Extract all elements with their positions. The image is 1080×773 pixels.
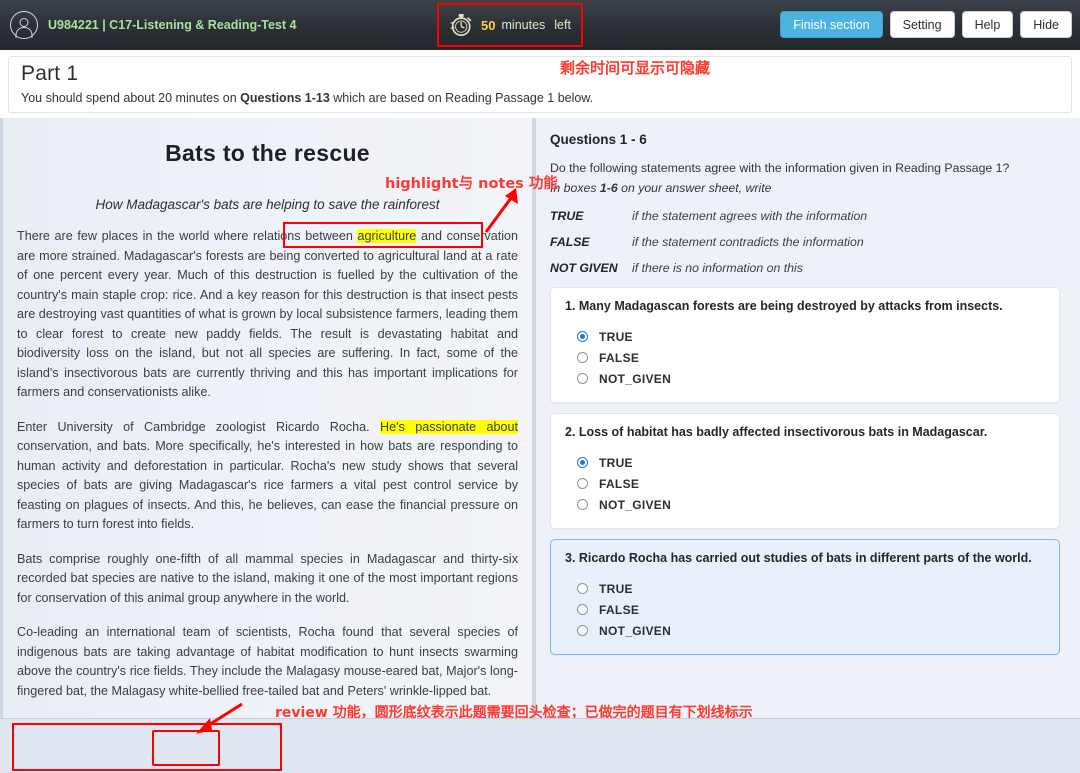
boxes-post: on your answer sheet, write [618, 181, 772, 195]
user-avatar-icon [10, 11, 38, 39]
passage-paragraph-4: Co-leading an international team of scie… [17, 623, 518, 701]
part-instruction: You should spend about 20 minutes on Que… [21, 91, 1059, 105]
question-card-2[interactable]: 2. Loss of habitat has badly affected in… [550, 413, 1060, 529]
passage-title: Bats to the rescue [17, 140, 518, 167]
question-options: TRUE FALSE NOT_GIVEN [565, 452, 1045, 515]
radio-icon[interactable] [577, 478, 588, 489]
question-text: 3. Ricardo Rocha has carried out studies… [565, 551, 1045, 565]
reading-passage-pane[interactable]: Bats to the rescue How Madagascar's bats… [0, 118, 532, 718]
setting-button[interactable]: Setting [890, 11, 955, 38]
passage-paragraph-2: Enter University of Cambridge zoologist … [17, 418, 518, 535]
option-not-given[interactable]: NOT_GIVEN [577, 620, 1045, 641]
part-header: Part 1 You should spend about 20 minutes… [8, 56, 1072, 113]
option-label: NOT_GIVEN [599, 624, 671, 638]
part-instruction-range: Questions 1-13 [240, 91, 330, 105]
legend-row: FALSE if the statement contradicts the i… [550, 235, 1060, 249]
legend-key: TRUE [550, 209, 632, 223]
p1-text-a: There are few places in the world where … [17, 229, 357, 243]
radio-icon[interactable] [577, 604, 588, 615]
ielts-reading-test-screen: U984221 | C17-Listening & Reading-Test 4… [0, 0, 1080, 773]
passage-subtitle: How Madagascar's bats are helping to sav… [17, 197, 518, 212]
radio-icon[interactable] [577, 625, 588, 636]
legend-row: TRUE if the statement agrees with the in… [550, 209, 1060, 223]
passage-paragraph-3: Bats comprise roughly one-fifth of all m… [17, 550, 518, 609]
highlighted-text-passionate[interactable]: He's passionate about [380, 420, 518, 434]
boxes-pre: In boxes [550, 181, 600, 195]
legend-row: NOT GIVEN if there is no information on … [550, 261, 1060, 275]
radio-icon[interactable] [577, 457, 588, 468]
boxes-range: 1-6 [600, 181, 618, 195]
part-instruction-pre: You should spend about 20 minutes on [21, 91, 240, 105]
option-label: FALSE [599, 603, 639, 617]
finish-section-button[interactable]: Finish section [780, 11, 882, 38]
questions-instruction: Do the following statements agree with t… [550, 161, 1060, 175]
radio-icon[interactable] [577, 583, 588, 594]
option-false[interactable]: FALSE [577, 347, 1045, 368]
radio-icon[interactable] [577, 352, 588, 363]
part-instruction-post: which are based on Reading Passage 1 bel… [330, 91, 593, 105]
option-not-given[interactable]: NOT_GIVEN [577, 368, 1045, 389]
timer-unit-label: minutes [502, 18, 546, 32]
answer-legend: TRUE if the statement agrees with the in… [550, 209, 1060, 275]
question-options: TRUE FALSE NOT_GIVEN [565, 326, 1045, 389]
legend-key: NOT GIVEN [550, 261, 632, 275]
hide-button[interactable]: Hide [1020, 11, 1072, 38]
radio-icon[interactable] [577, 331, 588, 342]
bottom-navigation-bar: Part 1: 1 2 3 4 5 6 7 8 9 10 11 12 13 Pa… [0, 718, 1080, 773]
p2-text-b: conservation, and bats. More specificall… [17, 439, 518, 531]
option-not-given[interactable]: NOT_GIVEN [577, 494, 1045, 515]
option-label: FALSE [599, 351, 639, 365]
legend-key: FALSE [550, 235, 632, 249]
legend-value: if the statement contradicts the informa… [632, 235, 864, 249]
question-text: 2. Loss of habitat has badly affected in… [565, 425, 1045, 439]
top-button-group: Finish section Setting Help Hide [780, 11, 1072, 38]
timer-left-label: left [554, 18, 571, 32]
option-label: FALSE [599, 477, 639, 491]
legend-value: if the statement agrees with the informa… [632, 209, 867, 223]
questions-pane[interactable]: Questions 1 - 6 Do the following stateme… [536, 118, 1080, 718]
questions-heading: Questions 1 - 6 [550, 132, 1060, 147]
timer-display[interactable]: 50 minutes left [449, 12, 571, 38]
user-id-label: U984221 | C17-Listening & Reading-Test 4 [48, 18, 296, 32]
timer-minutes-value: 50 [481, 18, 495, 33]
option-true[interactable]: TRUE [577, 326, 1045, 347]
user-block: U984221 | C17-Listening & Reading-Test 4 [10, 11, 296, 39]
option-label: TRUE [599, 582, 633, 596]
option-label: NOT_GIVEN [599, 498, 671, 512]
stopwatch-icon [449, 12, 475, 38]
question-options: TRUE FALSE NOT_GIVEN [565, 578, 1045, 641]
part-title: Part 1 [21, 62, 1059, 86]
questions-instruction-boxes: In boxes 1-6 on your answer sheet, write [550, 181, 1060, 195]
legend-value: if there is no information on this [632, 261, 803, 275]
passage-body: There are few places in the world where … [17, 227, 518, 718]
timer-annotation-box: 50 minutes left [437, 3, 583, 47]
p2-text-a: Enter University of Cambridge zoologist … [17, 420, 380, 434]
question-card-1[interactable]: 1. Many Madagascan forests are being des… [550, 287, 1060, 403]
highlighted-text-agriculture[interactable]: agriculture [357, 229, 416, 243]
option-true[interactable]: TRUE [577, 452, 1045, 473]
option-label: TRUE [599, 456, 633, 470]
option-false[interactable]: FALSE [577, 473, 1045, 494]
question-card-3[interactable]: 3. Ricardo Rocha has carried out studies… [550, 539, 1060, 655]
option-false[interactable]: FALSE [577, 599, 1045, 620]
main-content: Bats to the rescue How Madagascar's bats… [0, 118, 1080, 718]
question-text: 1. Many Madagascan forests are being des… [565, 299, 1045, 313]
help-button[interactable]: Help [962, 11, 1014, 38]
radio-icon[interactable] [577, 499, 588, 510]
option-true[interactable]: TRUE [577, 578, 1045, 599]
passage-paragraph-1: There are few places in the world where … [17, 227, 518, 403]
radio-icon[interactable] [577, 373, 588, 384]
option-label: NOT_GIVEN [599, 372, 671, 386]
p1-text-b: and conservation are more strained. Mada… [17, 229, 518, 399]
option-label: TRUE [599, 330, 633, 344]
